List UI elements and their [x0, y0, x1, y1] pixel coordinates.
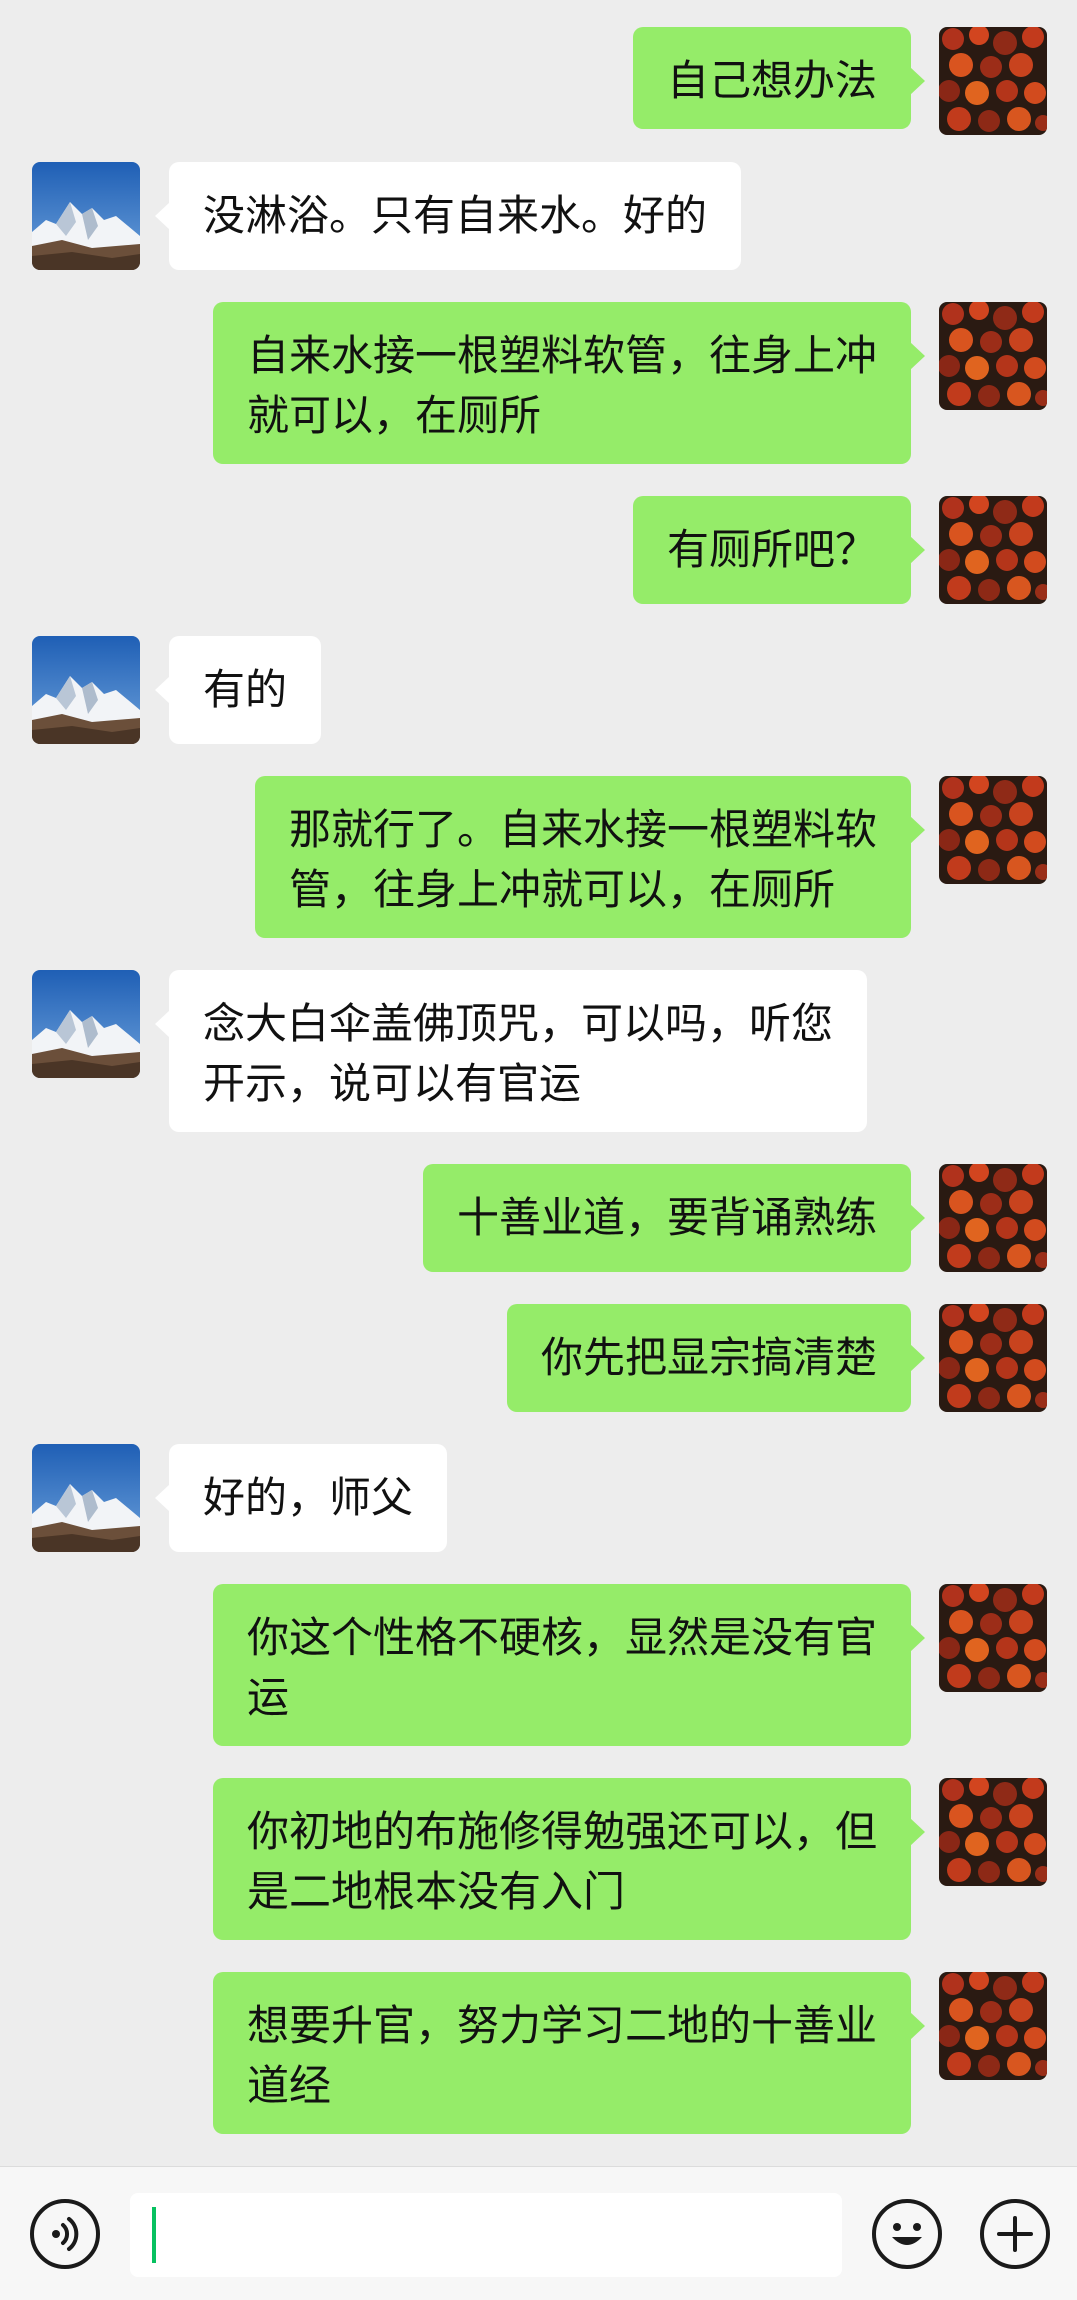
outgoing-message-bubble[interactable]: 有厕所吧？ [632, 496, 926, 604]
incoming-message-bubble[interactable]: 有的 [154, 636, 322, 744]
my-avatar[interactable] [939, 27, 1047, 135]
outgoing-message-bubble[interactable]: 你这个性格不硬核，显然是没有官 运 [212, 1584, 926, 1746]
incoming-message-bubble[interactable]: 念大白伞盖佛顶咒，可以吗，听您 开示，说可以有官运 [154, 970, 868, 1132]
outgoing-message-bubble[interactable]: 自己想办法 [632, 27, 926, 129]
my-avatar[interactable] [939, 1304, 1047, 1412]
incoming-message-bubble[interactable]: 好的，师父 [154, 1444, 448, 1552]
outgoing-message-bubble[interactable]: 想要升官，努力学习二地的十善业 道经 [212, 1972, 926, 2134]
emoji-icon[interactable] [872, 2199, 942, 2269]
my-avatar[interactable] [939, 1164, 1047, 1272]
text-caret [152, 2207, 156, 2263]
message-input[interactable] [130, 2193, 842, 2277]
my-avatar[interactable] [939, 1778, 1047, 1886]
my-avatar[interactable] [939, 776, 1047, 884]
outgoing-message-bubble[interactable]: 自来水接一根塑料软管，往身上冲 就可以，在厕所 [212, 302, 926, 464]
contact-avatar[interactable] [32, 636, 140, 744]
incoming-message-bubble[interactable]: 没淋浴。只有自来水。好的 [154, 162, 742, 270]
voice-icon[interactable] [30, 2199, 100, 2269]
my-avatar[interactable] [939, 1972, 1047, 2080]
outgoing-message-bubble[interactable]: 十善业道，要背诵熟练 [422, 1164, 926, 1272]
contact-avatar[interactable] [32, 970, 140, 1078]
outgoing-message-bubble[interactable]: 你初地的布施修得勉强还可以，但 是二地根本没有入门 [212, 1778, 926, 1940]
contact-avatar[interactable] [32, 1444, 140, 1552]
input-bar [0, 2166, 1077, 2300]
contact-avatar[interactable] [32, 162, 140, 270]
my-avatar[interactable] [939, 302, 1047, 410]
chat-area[interactable]: 自己想办法 没淋浴。只有自来水。好的 自来水接一根塑料软管，往身上冲 就可以，在… [0, 0, 1077, 2166]
my-avatar[interactable] [939, 1584, 1047, 1692]
outgoing-message-bubble[interactable]: 那就行了。自来水接一根塑料软 管，往身上冲就可以，在厕所 [254, 776, 926, 938]
outgoing-message-bubble[interactable]: 你先把显宗搞清楚 [506, 1304, 926, 1412]
my-avatar[interactable] [939, 496, 1047, 604]
plus-icon[interactable] [980, 2199, 1050, 2269]
